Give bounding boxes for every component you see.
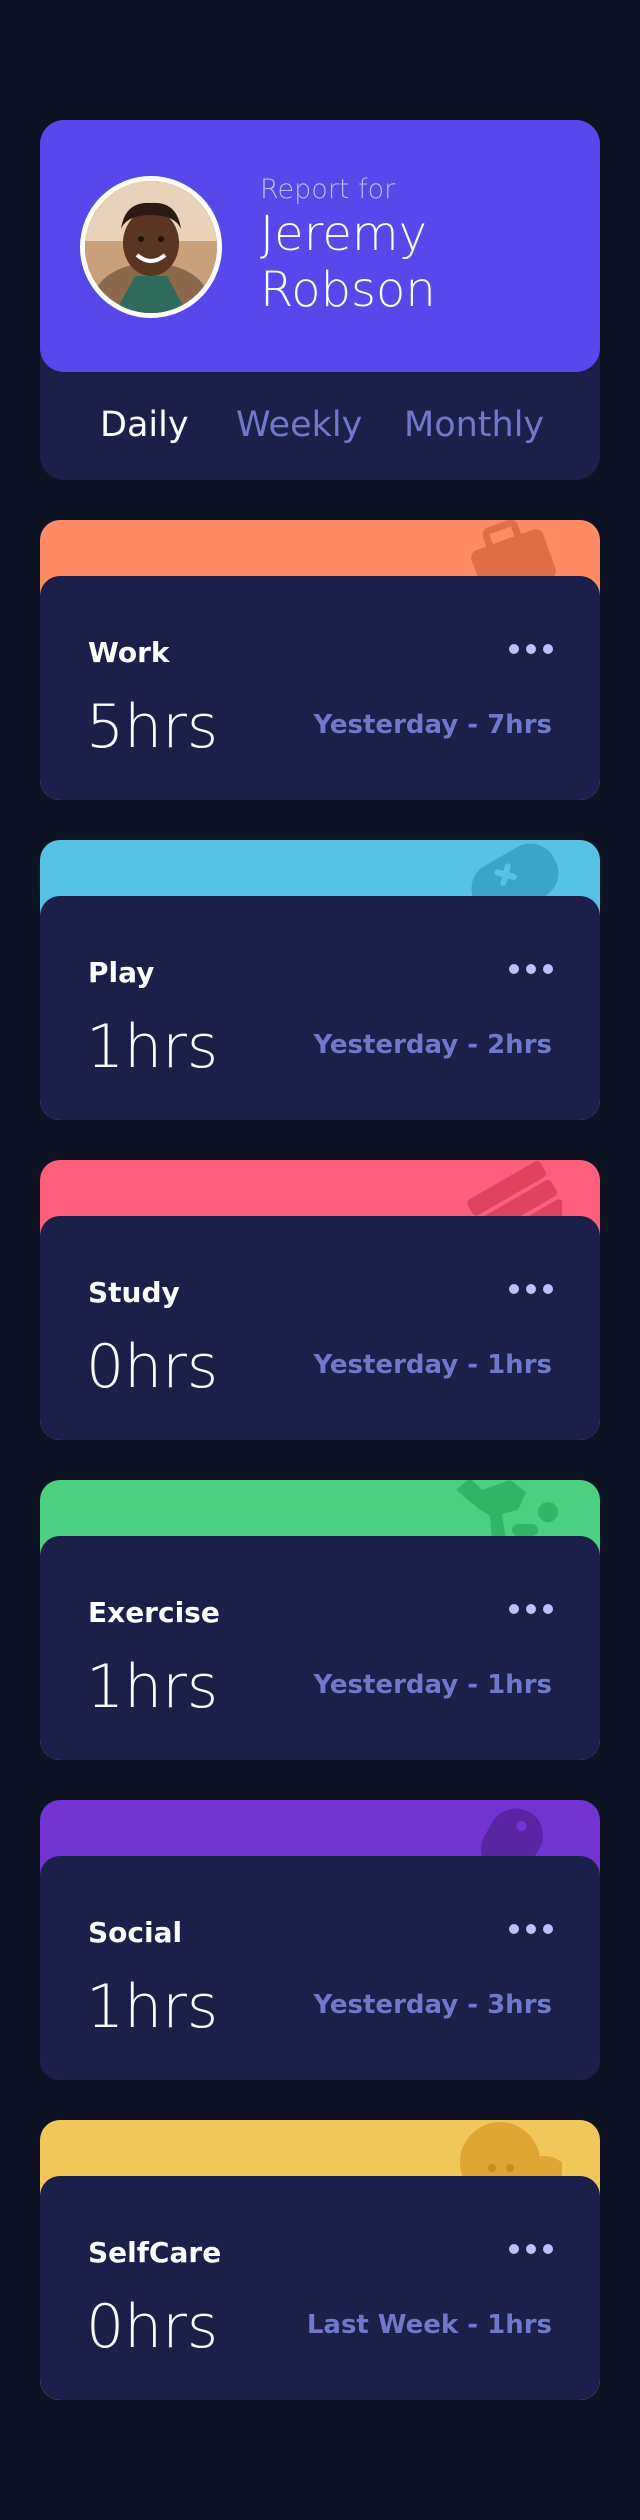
activity-previous: Yesterday - 7hrs: [313, 710, 552, 740]
ellipsis-icon[interactable]: [508, 642, 554, 656]
time-tracking-dashboard: Report for Jeremy Robson Daily Weekly Mo…: [0, 0, 640, 2520]
tab-daily[interactable]: Daily: [100, 400, 189, 450]
activity-content[interactable]: SelfCare 0hrs Last Week - 1hrs: [40, 2176, 600, 2400]
report-for-label: Report for: [260, 174, 396, 205]
activity-content[interactable]: Exercise 1hrs Yesterday - 1hrs: [40, 1536, 600, 1760]
activity-card-play: Play 1hrs Yesterday - 2hrs: [40, 840, 600, 1120]
ellipsis-icon[interactable]: [508, 962, 554, 976]
activity-card-work: Work 5hrs Yesterday - 7hrs: [40, 520, 600, 800]
ellipsis-icon[interactable]: [508, 2242, 554, 2256]
ellipsis-icon[interactable]: [508, 1602, 554, 1616]
activity-hours: 1hrs: [86, 1012, 219, 1082]
ellipsis-icon[interactable]: [508, 1282, 554, 1296]
activity-previous: Yesterday - 2hrs: [313, 1030, 552, 1060]
activity-card-study: Study 0hrs Yesterday - 1hrs: [40, 1160, 600, 1440]
activity-previous: Yesterday - 1hrs: [313, 1350, 552, 1380]
activity-hours: 0hrs: [86, 1332, 219, 1402]
activity-title: Play: [88, 956, 155, 989]
ellipsis-icon[interactable]: [508, 1922, 554, 1936]
activity-content[interactable]: Work 5hrs Yesterday - 7hrs: [40, 576, 600, 800]
activity-hours: 1hrs: [86, 1652, 219, 1722]
activity-hours: 0hrs: [86, 2292, 219, 2362]
tab-monthly[interactable]: Monthly: [404, 400, 544, 450]
activity-previous: Last Week - 1hrs: [306, 2310, 552, 2340]
activity-title: SelfCare: [88, 2236, 222, 2269]
activity-content[interactable]: Play 1hrs Yesterday - 2hrs: [40, 896, 600, 1120]
activity-card-social: Social 1hrs Yesterday - 3hrs: [40, 1800, 600, 2080]
activity-hours: 5hrs: [86, 692, 219, 762]
avatar: [80, 176, 222, 318]
profile-header: Report for Jeremy Robson: [40, 120, 600, 372]
activity-content[interactable]: Social 1hrs Yesterday - 3hrs: [40, 1856, 600, 2080]
user-name: Jeremy Robson: [260, 206, 436, 318]
activity-card-selfcare: SelfCare 0hrs Last Week - 1hrs: [40, 2120, 600, 2400]
tab-weekly[interactable]: Weekly: [236, 400, 362, 450]
profile-card: Report for Jeremy Robson Daily Weekly Mo…: [40, 120, 600, 480]
activity-previous: Yesterday - 3hrs: [313, 1990, 552, 2020]
activity-previous: Yesterday - 1hrs: [313, 1670, 552, 1700]
activity-hours: 1hrs: [86, 1972, 219, 2042]
activity-title: Social: [88, 1916, 183, 1949]
avatar-portrait-image: [85, 181, 217, 313]
timeframe-tabs: Daily Weekly Monthly: [40, 400, 600, 450]
activity-title: Work: [88, 636, 170, 669]
activity-title: Study: [88, 1276, 180, 1309]
activity-title: Exercise: [88, 1596, 220, 1629]
activity-content[interactable]: Study 0hrs Yesterday - 1hrs: [40, 1216, 600, 1440]
activity-card-exercise: Exercise 1hrs Yesterday - 1hrs: [40, 1480, 600, 1760]
